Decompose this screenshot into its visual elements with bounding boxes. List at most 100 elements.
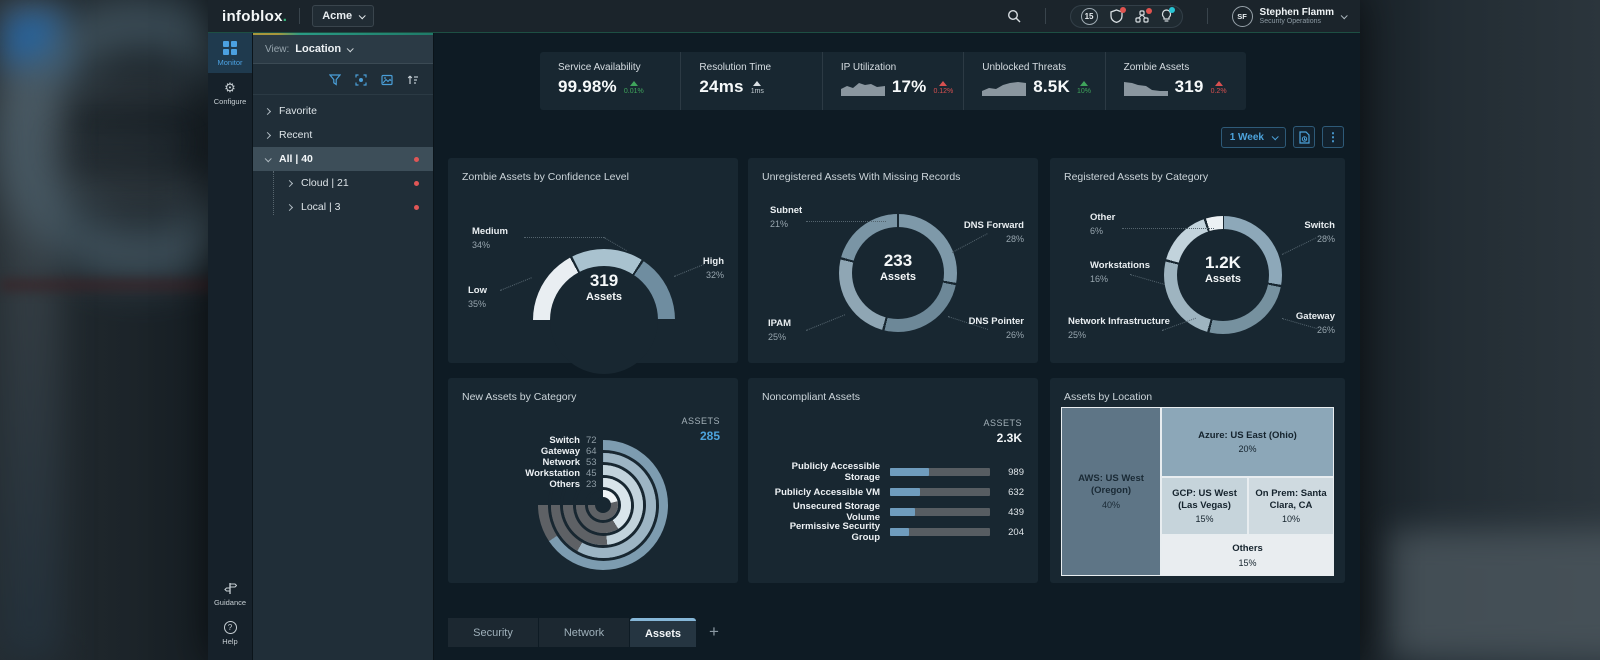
card-title: Noncompliant Assets (748, 378, 1038, 403)
card-zombie-assets-confidence: Zombie Assets by Confidence Level 319 As… (448, 158, 738, 363)
view-label: View: (265, 44, 289, 55)
kpi-unblocked-threats: Unblocked Threats 8.5K 10% (963, 52, 1104, 110)
kpi-label: Zombie Assets (1124, 62, 1246, 73)
divider (1045, 8, 1046, 24)
sort-icon[interactable] (407, 74, 419, 86)
treemap-block-gcp[interactable]: GCP: US West (Las Vegas) 15% (1162, 478, 1247, 534)
export-report-button[interactable] (1293, 126, 1315, 148)
scan-target-icon[interactable] (355, 74, 367, 86)
nav-item-configure[interactable]: ⚙ Configure (208, 73, 252, 112)
search-icon[interactable] (1007, 9, 1021, 23)
chevron-right-icon (286, 203, 293, 210)
network-nodes-icon[interactable] (1135, 10, 1149, 23)
tree-toolbar (253, 64, 433, 95)
bar-track (890, 488, 990, 496)
sparkline-icon (841, 79, 885, 96)
tab-assets[interactable]: Assets (630, 618, 696, 647)
org-selector[interactable]: Acme (312, 5, 374, 27)
alert-count-badge[interactable]: 15 (1081, 8, 1098, 25)
treemap-block-aws[interactable]: AWS: US West (Oregon) 40% (1062, 408, 1160, 575)
tree-item-recent[interactable]: Recent (253, 123, 433, 147)
user-menu[interactable]: SF Stephen Flamm Security Operations (1232, 6, 1346, 27)
user-name: Stephen Flamm (1260, 7, 1334, 18)
treemap-block-others[interactable]: Others 15% (1162, 536, 1333, 575)
kpi-value: 99.98% (558, 77, 617, 97)
bar-row[interactable]: Publicly Accessible Storage 989 (748, 462, 1038, 482)
dashboard-tabs: Security Network Assets + (448, 618, 719, 647)
dashboard-content: Service Availability 99.98% 0.01% Resolu… (434, 33, 1360, 660)
callout-network-infrastructure: Network Infrastructure 25% (1068, 316, 1170, 340)
card-total: ASSETS 2.3K (983, 418, 1022, 445)
view-selector[interactable]: View: Location (253, 35, 433, 64)
image-view-icon[interactable] (381, 74, 393, 86)
shield-icon[interactable] (1110, 9, 1123, 23)
bar-fill (890, 488, 920, 496)
kpi-delta: 0.2% (1211, 81, 1227, 95)
add-tab-button[interactable]: + (709, 622, 719, 642)
bar-track (890, 468, 990, 476)
callout-switch: Switch 28% (1304, 220, 1335, 244)
leader-line (524, 237, 604, 238)
left-nav: Monitor ⚙ Configure Guidance ? Help (208, 33, 253, 660)
tab-security[interactable]: Security (448, 618, 538, 647)
app-window: infoblox. Acme 15 (208, 0, 1360, 660)
tree-item-cloud[interactable]: Cloud | 21 (253, 171, 433, 195)
nav-item-guidance[interactable]: Guidance (208, 573, 252, 613)
card-title: Zombie Assets by Confidence Level (448, 158, 738, 183)
bar-row[interactable]: Publicly Accessible VM 632 (748, 482, 1038, 502)
chevron-right-icon (264, 107, 271, 114)
kpi-delta: 1ms (751, 81, 764, 95)
view-panel: View: Location (253, 33, 434, 660)
treemap-block-azure[interactable]: Azure: US East (Ohio) 20% (1162, 408, 1333, 476)
bar-row[interactable]: Permissive Security Group 204 (748, 522, 1038, 542)
trend-up-icon (939, 81, 947, 86)
radial-hole (597, 499, 609, 511)
nav-label: Help (222, 637, 237, 646)
donut-center: 1.2K Assets (1177, 253, 1269, 285)
tab-network[interactable]: Network (539, 618, 629, 647)
nav-label: Configure (214, 97, 247, 106)
kpi-delta: 0.12% (933, 81, 953, 95)
treemap-block-onprem[interactable]: On Prem: Santa Clara, CA 10% (1249, 478, 1333, 534)
filter-icon[interactable] (329, 74, 341, 86)
kpi-value: 24ms (699, 77, 743, 97)
kpi-delta: 0.01% (624, 81, 644, 95)
kpi-service-availability: Service Availability 99.98% 0.01% (540, 52, 680, 110)
card-noncompliant-assets: Noncompliant Assets ASSETS 2.3K Publicly… (748, 378, 1038, 583)
divider (1207, 8, 1208, 24)
tree-item-all[interactable]: All | 40 (253, 147, 433, 171)
bar-fill (890, 528, 909, 536)
sparkline-icon (982, 79, 1026, 96)
nav-item-monitor[interactable]: Monitor (208, 33, 252, 73)
kpi-label: IP Utilization (841, 62, 963, 73)
bar-fill (890, 508, 915, 516)
time-range-select[interactable]: 1 Week (1221, 127, 1286, 148)
leader-line (806, 221, 886, 222)
callout-dns-forward: DNS Forward 28% (964, 220, 1024, 244)
notification-pill: 15 (1070, 5, 1183, 28)
treemap-chart: AWS: US West (Oregon) 40% Azure: US East… (1062, 408, 1333, 575)
screen: infoblox. Acme 15 (0, 0, 1600, 660)
donut-center: 233 Assets (852, 251, 944, 283)
callout-subnet: Subnet 21% (770, 205, 802, 229)
tree-item-favorite[interactable]: Favorite (253, 99, 433, 123)
tree-item-local[interactable]: Local | 3 (253, 195, 433, 219)
nav-item-help[interactable]: ? Help (208, 613, 252, 660)
avatar: SF (1232, 6, 1253, 27)
bar-fill (890, 468, 929, 476)
callout-medium: Medium 34% (472, 226, 508, 250)
callout-dns-pointer: DNS Pointer 26% (969, 316, 1024, 340)
alert-dot (1120, 7, 1126, 13)
kpi-ip-utilization: IP Utilization 17% 0.12% (822, 52, 963, 110)
bar-row[interactable]: Unsecured Storage Volume 439 (748, 502, 1038, 522)
tree-label: Recent (279, 129, 312, 141)
leader-line (806, 314, 845, 331)
chevron-right-icon (286, 179, 293, 186)
chevron-down-icon (1272, 133, 1279, 140)
help-icon: ? (224, 621, 237, 634)
chevron-down-icon (1341, 12, 1348, 19)
kpi-label: Service Availability (558, 62, 680, 73)
more-options-button[interactable]: ⋮ (1322, 126, 1344, 148)
org-name: Acme (322, 10, 352, 22)
insight-bulb-icon[interactable] (1161, 9, 1172, 23)
